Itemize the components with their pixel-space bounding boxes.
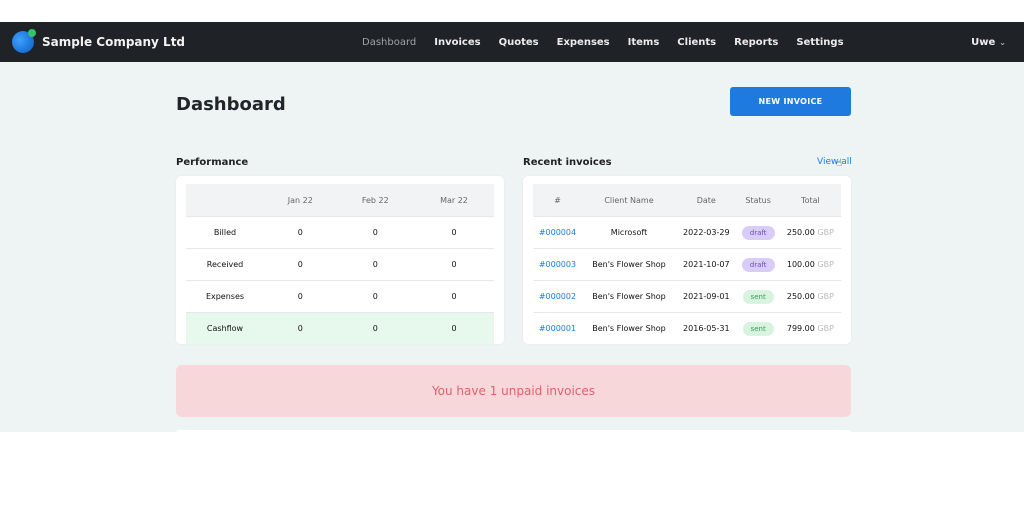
performance-title: Performance xyxy=(176,157,249,168)
user-menu[interactable]: Uwe ⌄ xyxy=(971,37,1006,48)
table-cell: 0 xyxy=(336,248,414,281)
mouse-cursor-icon: ☝ xyxy=(836,158,843,169)
invoice-date: 2021-10-07 xyxy=(676,248,737,281)
brand-name: Sample Company Ltd xyxy=(42,35,186,49)
total-amount: 250.00 xyxy=(786,291,815,301)
status-cell: sent xyxy=(736,280,780,313)
new-invoice-button[interactable]: NEW INVOICE xyxy=(730,87,851,116)
main-nav: Dashboard Invoices Quotes Expenses Items… xyxy=(362,37,844,48)
currency: GBP xyxy=(817,259,834,269)
table-cell: 0 xyxy=(264,248,337,281)
logo-icon xyxy=(12,29,36,53)
nav-item-quotes[interactable]: Quotes xyxy=(499,37,539,48)
invoice-number-link[interactable]: #000002 xyxy=(533,280,582,313)
total-amount: 250.00 xyxy=(786,227,815,237)
recent-invoices-title: Recent invoices xyxy=(523,157,612,168)
table-cell: 0 xyxy=(414,312,494,344)
table-cell: 0 xyxy=(414,248,494,281)
table-header-row: Jan 22 Feb 22 Mar 22 xyxy=(186,184,494,217)
column-header: Jan 22 xyxy=(264,184,337,217)
recent-invoices-table: # Client Name Date Status Total #000004 … xyxy=(533,184,841,344)
total-amount: 100.00 xyxy=(786,259,815,269)
main-content: Dashboard NEW INVOICE Performance Recent… xyxy=(0,62,1024,434)
column-header: Total xyxy=(779,184,841,217)
total-cell: 799.00 GBP xyxy=(779,312,841,344)
total-cell: 250.00 GBP xyxy=(779,280,841,313)
user-name: Uwe xyxy=(971,37,996,48)
table-cell: 0 xyxy=(414,216,494,249)
nav-item-expenses[interactable]: Expenses xyxy=(557,37,610,48)
nav-item-clients[interactable]: Clients xyxy=(677,37,716,48)
brand[interactable]: Sample Company Ltd xyxy=(12,29,186,53)
table-row[interactable]: #000003 Ben's Flower Shop 2021-10-07 dra… xyxy=(533,248,841,281)
invoice-number-link[interactable]: #000001 xyxy=(533,312,582,344)
status-cell: draft xyxy=(736,248,780,281)
table-row: Expenses 0 0 0 xyxy=(186,280,494,313)
table-cell: 0 xyxy=(336,312,414,344)
client-name: Ben's Flower Shop xyxy=(581,280,677,313)
table-row-cashflow: Cashflow 0 0 0 xyxy=(186,312,494,344)
nav-item-invoices[interactable]: Invoices xyxy=(434,37,480,48)
client-name: Ben's Flower Shop xyxy=(581,312,677,344)
performance-card: Jan 22 Feb 22 Mar 22 Billed 0 0 0 Receiv… xyxy=(176,176,504,344)
invoice-date: 2022-03-29 xyxy=(676,216,737,249)
status-badge: sent xyxy=(742,321,774,336)
recent-invoices-card: # Client Name Date Status Total #000004 … xyxy=(523,176,851,344)
status-badge: draft xyxy=(741,225,775,240)
currency: GBP xyxy=(817,323,834,333)
invoice-number-link[interactable]: #000003 xyxy=(533,248,582,281)
unpaid-invoices-alert: You have 1 unpaid invoices xyxy=(176,365,851,417)
status-cell: sent xyxy=(736,312,780,344)
logo-dot-icon xyxy=(28,29,36,37)
currency: GBP xyxy=(817,227,834,237)
row-label: Received xyxy=(186,248,264,281)
status-badge: draft xyxy=(741,257,775,272)
column-header: Client Name xyxy=(581,184,677,217)
total-amount: 799.00 xyxy=(786,323,815,333)
next-card-edge xyxy=(176,430,851,434)
table-cell: 0 xyxy=(336,280,414,313)
performance-table: Jan 22 Feb 22 Mar 22 Billed 0 0 0 Receiv… xyxy=(186,184,494,344)
table-header-row: # Client Name Date Status Total xyxy=(533,184,841,217)
nav-item-reports[interactable]: Reports xyxy=(734,37,778,48)
table-cell: 0 xyxy=(414,280,494,313)
navbar: Sample Company Ltd Dashboard Invoices Qu… xyxy=(0,22,1024,62)
table-row[interactable]: #000002 Ben's Flower Shop 2021-09-01 sen… xyxy=(533,280,841,313)
row-label: Billed xyxy=(186,216,264,249)
table-row: Billed 0 0 0 xyxy=(186,216,494,249)
table-row: Received 0 0 0 xyxy=(186,248,494,281)
table-cell: 0 xyxy=(336,216,414,249)
nav-item-items[interactable]: Items xyxy=(628,37,660,48)
row-label: Expenses xyxy=(186,280,264,313)
client-name: Microsoft xyxy=(581,216,677,249)
row-label: Cashflow xyxy=(186,312,264,344)
column-header-label xyxy=(186,184,264,217)
nav-item-settings[interactable]: Settings xyxy=(796,37,843,48)
status-badge: sent xyxy=(742,289,774,304)
status-cell: draft xyxy=(736,216,780,249)
column-header: # xyxy=(533,184,582,217)
total-cell: 100.00 GBP xyxy=(779,248,841,281)
total-cell: 250.00 GBP xyxy=(779,216,841,249)
top-strip xyxy=(0,0,1024,20)
chevron-down-icon: ⌄ xyxy=(999,38,1006,47)
currency: GBP xyxy=(817,291,834,301)
nav-item-dashboard[interactable]: Dashboard xyxy=(362,37,416,48)
page-title: Dashboard xyxy=(176,94,286,115)
table-row[interactable]: #000004 Microsoft 2022-03-29 draft 250.0… xyxy=(533,216,841,249)
table-cell: 0 xyxy=(264,312,337,344)
table-row[interactable]: #000001 Ben's Flower Shop 2016-05-31 sen… xyxy=(533,312,841,344)
column-header: Status xyxy=(736,184,780,217)
table-cell: 0 xyxy=(264,216,337,249)
client-name: Ben's Flower Shop xyxy=(581,248,677,281)
view-all-link[interactable]: View all xyxy=(817,157,852,167)
column-header: Date xyxy=(676,184,737,217)
invoice-date: 2016-05-31 xyxy=(676,312,737,344)
column-header: Feb 22 xyxy=(336,184,414,217)
invoice-number-link[interactable]: #000004 xyxy=(533,216,582,249)
column-header: Mar 22 xyxy=(414,184,494,217)
table-cell: 0 xyxy=(264,280,337,313)
invoice-date: 2021-09-01 xyxy=(676,280,737,313)
